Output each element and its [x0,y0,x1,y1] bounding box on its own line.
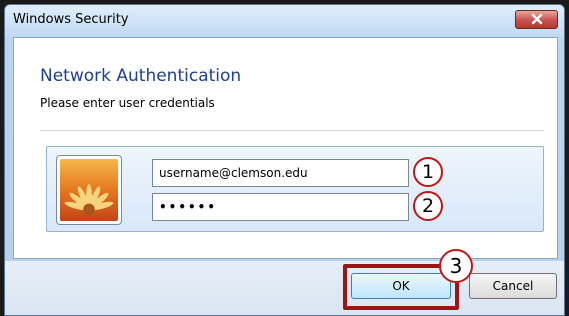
flower-avatar-icon [56,155,122,225]
ok-button[interactable]: OK [351,273,451,299]
dialog-subtitle: Please enter user credentials [40,96,215,110]
dialog-heading: Network Authentication [40,66,242,86]
title-bar[interactable]: Windows Security [5,5,564,35]
close-icon [531,10,543,29]
windows-security-dialog: Windows Security Network Authentication … [4,4,565,316]
window-title: Windows Security [13,12,129,27]
separator [40,130,544,131]
dialog-content: Network Authentication Please enter user… [13,37,558,259]
step-2-badge: 2 [413,191,443,221]
username-field[interactable] [152,159,409,187]
password-field[interactable]: •••••• [152,193,409,221]
credential-tile: 1 •••••• 2 [46,146,544,232]
close-button[interactable] [515,10,558,29]
step-3-badge: 3 [439,249,473,283]
step-1-badge: 1 [413,157,443,187]
cancel-button[interactable]: Cancel [469,273,557,299]
